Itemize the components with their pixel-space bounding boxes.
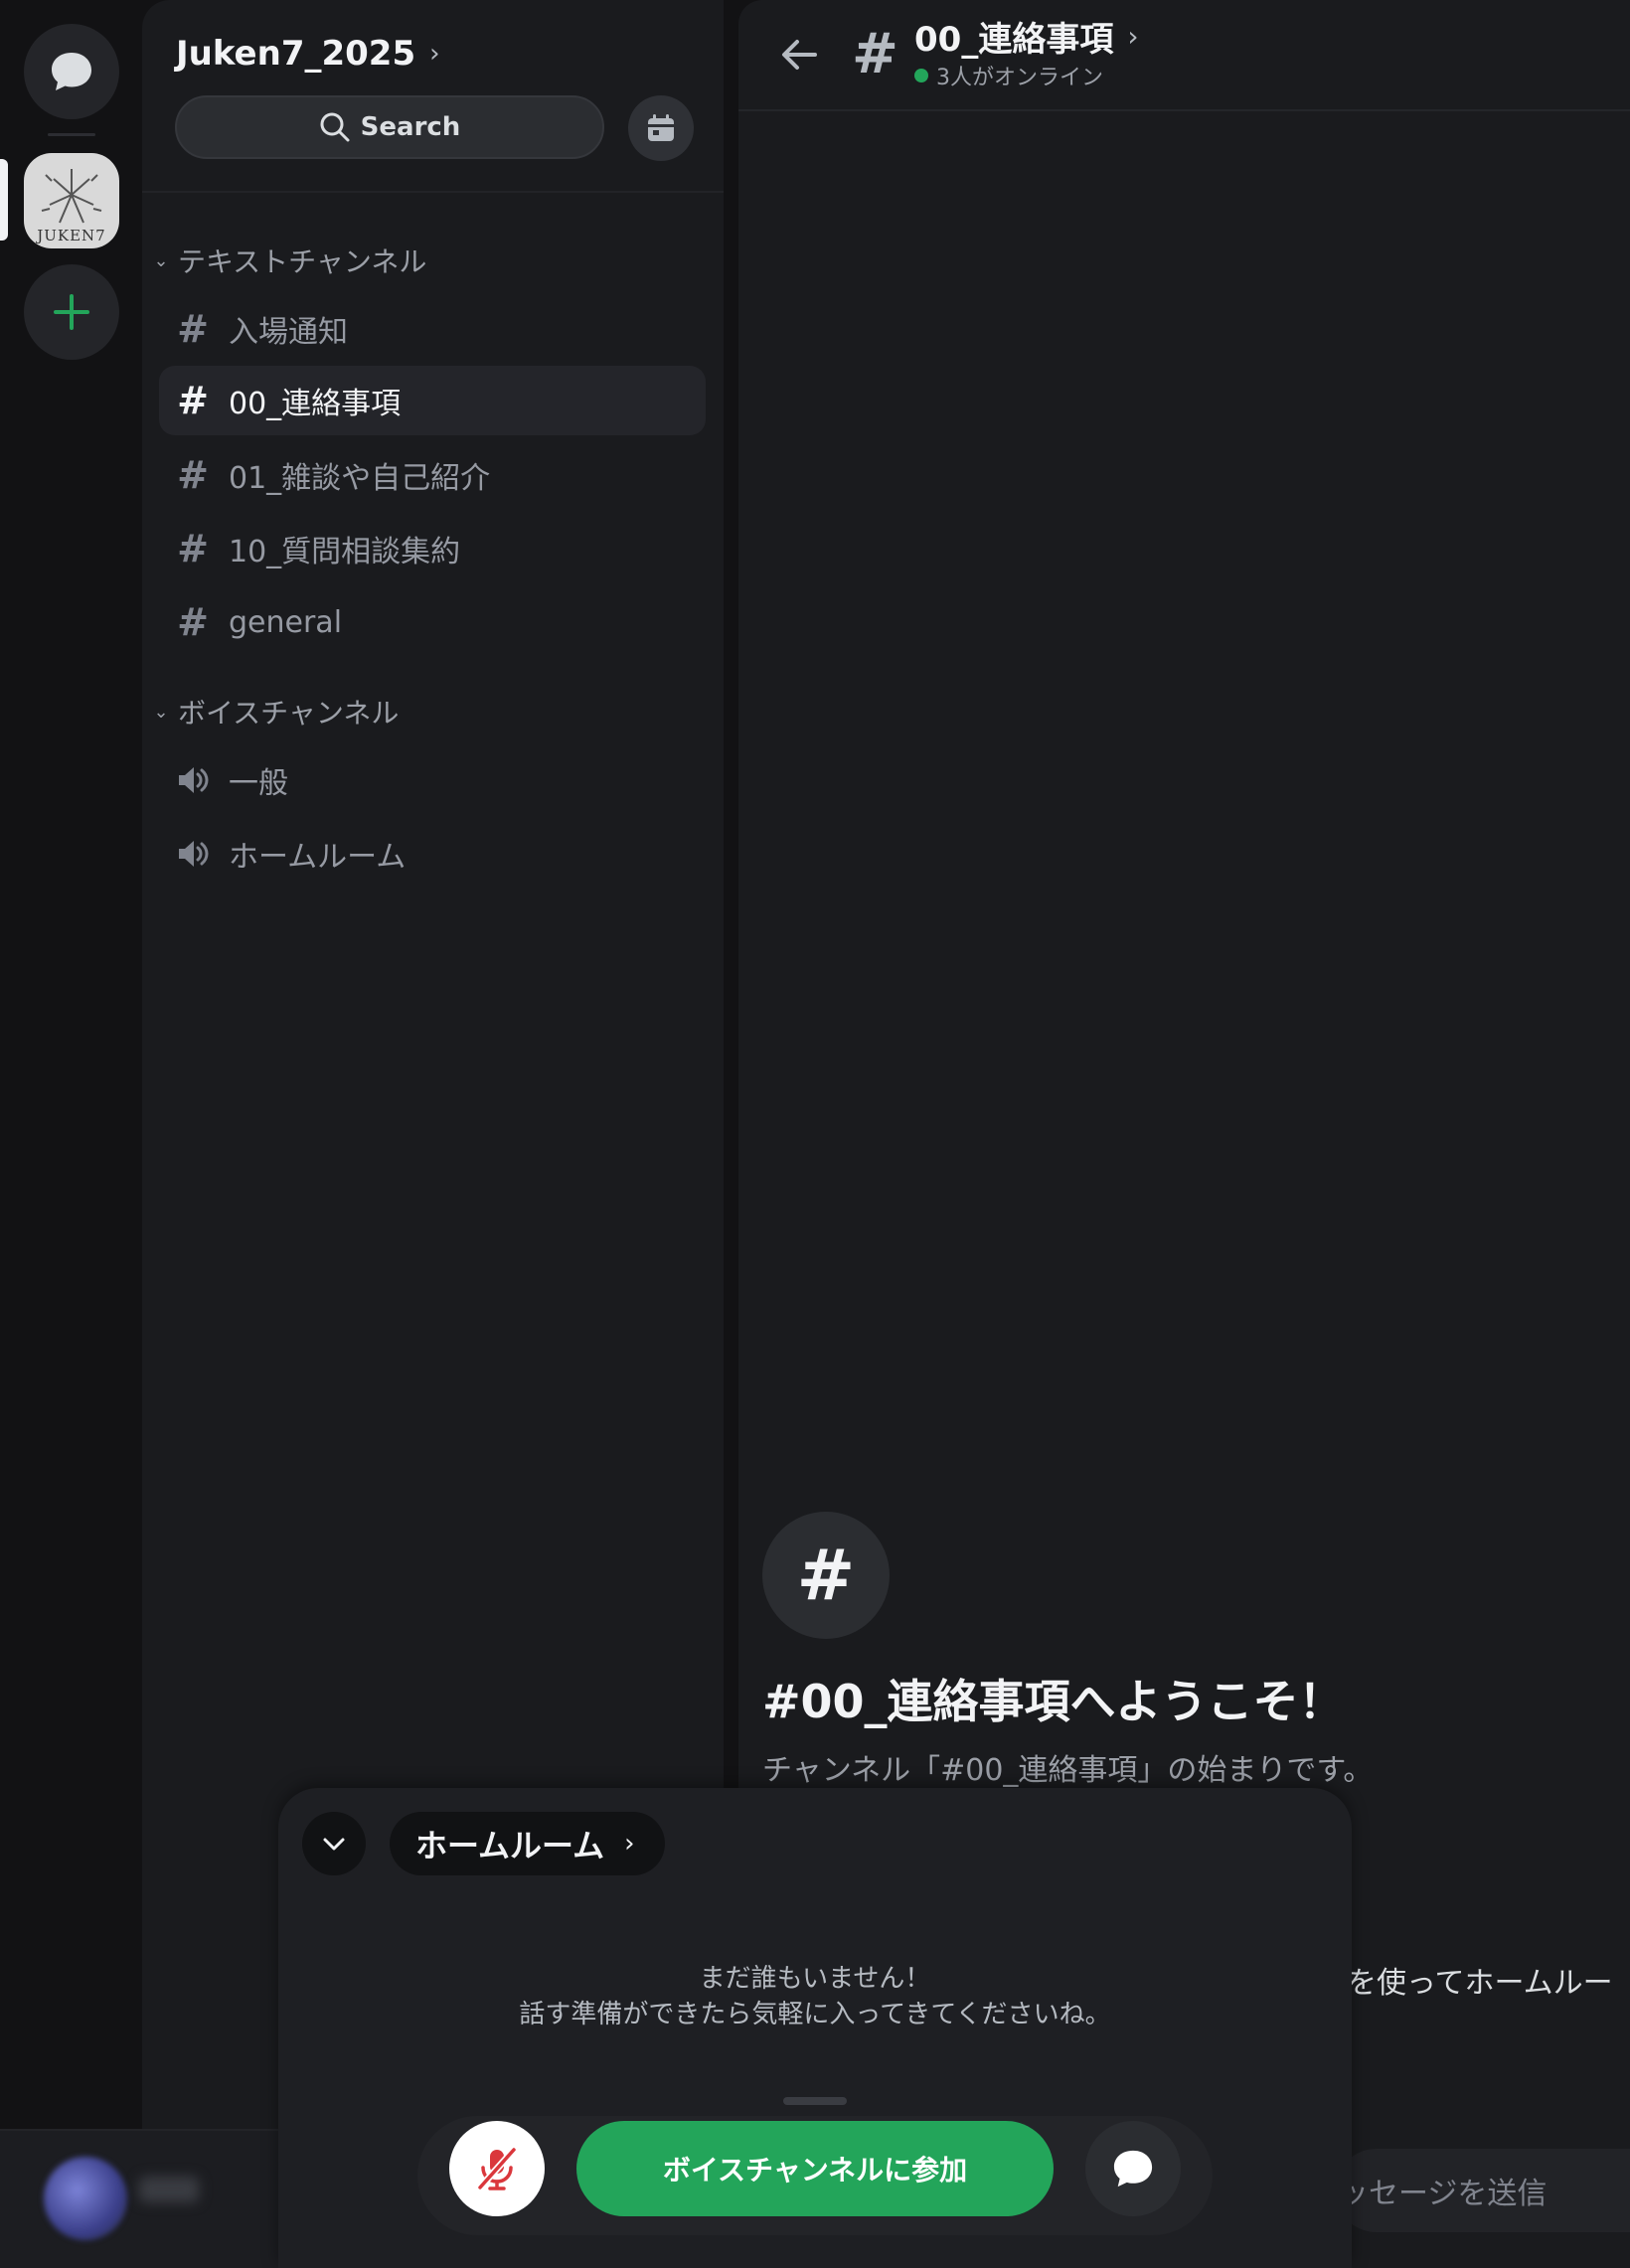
channel-name: 01_雑談や自己紹介	[229, 461, 491, 496]
category-label: ボイスチャンネル	[178, 697, 400, 729]
channel-name: 00_連絡事項	[229, 387, 402, 421]
avatar[interactable]	[44, 2157, 127, 2240]
selected-server-indicator	[0, 159, 8, 241]
server-header[interactable]: Juken7_2025 ›	[176, 34, 440, 74]
empty-state-line1: まだ誰もいません！	[699, 1964, 931, 1994]
chevron-down-icon	[323, 1838, 345, 1851]
mic-off-icon	[476, 2146, 518, 2191]
channel-title-text: 00_連絡事項	[914, 20, 1114, 60]
category-text-channels[interactable]: ⌄ テキストチャンネル	[152, 241, 426, 280]
online-status: 3人がオンライン	[914, 60, 1103, 91]
username-redacted	[139, 2177, 199, 2202]
arrow-left-icon	[782, 40, 817, 70]
online-count: 3人がオンライン	[936, 66, 1103, 90]
search-button[interactable]: Search	[175, 95, 604, 159]
welcome-hint: を使ってホームルー	[1347, 1966, 1613, 2001]
server-name: Juken7_2025	[176, 34, 416, 74]
hash-icon: #	[177, 600, 209, 644]
chevron-down-icon: ⌄	[153, 701, 169, 723]
category-voice-channels[interactable]: ⌄ ボイスチャンネル	[152, 692, 399, 731]
voice-text-chat-button[interactable]	[1085, 2121, 1181, 2216]
channel-hash-icon: #	[762, 1512, 890, 1639]
voice-channel-name-button[interactable]: ホームルーム ›	[390, 1812, 665, 1875]
chevron-right-icon: ›	[429, 39, 440, 69]
server-rail: JUKEN7	[0, 0, 142, 2268]
online-dot-icon	[914, 69, 928, 82]
channel-name: 入場通知	[229, 315, 348, 350]
add-server-button[interactable]	[24, 264, 119, 360]
empty-state-line2: 話す準備ができたら気軽に入ってきてくださいね。	[519, 2000, 1111, 2029]
hash-icon: #	[177, 307, 209, 351]
rail-divider	[48, 133, 95, 136]
chevron-right-icon: ›	[1127, 20, 1139, 53]
plus-icon	[54, 294, 89, 330]
chevron-down-icon: ⌄	[153, 249, 169, 271]
hash-icon: #	[177, 527, 209, 570]
speaker-icon	[179, 767, 209, 793]
channel-item-active[interactable]: # 00_連絡事項	[159, 366, 706, 435]
chat-bubble-icon	[52, 53, 91, 90]
hash-icon: #	[177, 379, 209, 422]
direct-messages-button[interactable]	[24, 24, 119, 119]
hash-icon: #	[177, 453, 209, 497]
category-label: テキストチャンネル	[178, 245, 427, 278]
search-icon	[320, 112, 350, 142]
voice-channel-item[interactable]: ホームルーム	[159, 819, 706, 889]
channel-item[interactable]: # 01_雑談や自己紹介	[159, 440, 706, 510]
welcome-subtitle: チャンネル「#00_連絡事項」の始まりです。	[762, 1753, 1374, 1788]
channel-title[interactable]: 00_連絡事項 ›	[914, 12, 1139, 61]
speaker-icon	[179, 841, 209, 867]
voice-channel-name: ホームルーム	[415, 1827, 605, 1864]
hash-icon: #	[852, 22, 898, 86]
channel-name: ホームルーム	[229, 840, 407, 875]
join-voice-button[interactable]: ボイスチャンネルに参加	[576, 2121, 1054, 2216]
server-logo-text: JUKEN7	[37, 227, 106, 244]
chat-header: # 00_連絡事項 › 3人がオンライン	[738, 0, 1630, 111]
channel-name: general	[229, 604, 343, 640]
channel-name: 10_質問相談集約	[229, 535, 461, 569]
server-icon-juken7[interactable]: JUKEN7	[24, 153, 119, 248]
back-button[interactable]	[774, 30, 824, 80]
mute-button[interactable]	[449, 2121, 545, 2216]
message-input[interactable]: ッセージを送信	[1335, 2149, 1630, 2232]
channel-item[interactable]: # 10_質問相談集約	[159, 514, 706, 583]
sidebar-divider	[142, 191, 724, 193]
drag-handle[interactable]	[783, 2097, 847, 2105]
welcome-title: #00_連絡事項へようこそ！	[762, 1675, 1345, 1728]
chevron-right-icon: ›	[624, 1829, 635, 1859]
search-label: Search	[360, 112, 461, 142]
events-button[interactable]	[628, 95, 694, 161]
channel-item[interactable]: # general	[159, 587, 706, 657]
chat-bubble-icon	[1113, 2150, 1153, 2187]
voice-channel-item[interactable]: 一般	[159, 745, 706, 815]
channel-name: 一般	[229, 766, 288, 801]
calendar-icon	[648, 114, 674, 141]
channel-item[interactable]: # 入場通知	[159, 294, 706, 364]
collapse-button[interactable]	[302, 1812, 366, 1875]
